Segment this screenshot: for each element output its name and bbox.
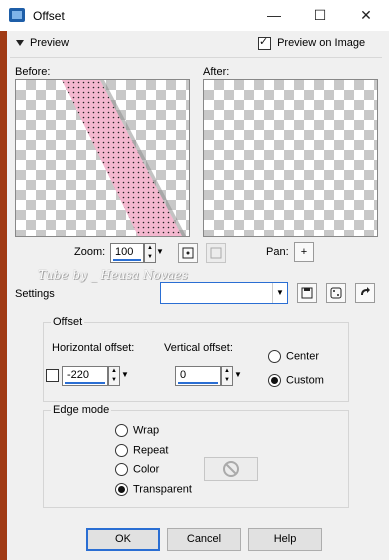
before-label: Before: [15, 66, 51, 78]
minimize-button[interactable]: — [251, 0, 297, 31]
edge-mode-group-title: Edge mode [51, 404, 112, 416]
vertical-offset-value: 0 [180, 369, 187, 381]
dice-icon [330, 287, 342, 299]
save-preset-button[interactable] [297, 283, 317, 303]
zoom-value: 100 [115, 246, 134, 258]
zoom-dropdown-icon[interactable]: ▼ [156, 243, 164, 261]
radio-repeat-label: Repeat [133, 444, 169, 457]
radio-wrap-label: Wrap [133, 424, 160, 437]
divider [10, 57, 382, 58]
radio-custom[interactable]: Custom [268, 374, 324, 387]
radio-repeat[interactable]: Repeat [115, 444, 168, 457]
focus-underline [65, 382, 105, 384]
reset-button[interactable] [355, 283, 375, 303]
radio-center-label: Center [286, 350, 320, 363]
zoom-spinner[interactable]: ▲ ▼ [144, 243, 156, 263]
preview-on-image-checkbox[interactable]: Preview on Image [258, 35, 366, 50]
after-preview[interactable] [203, 79, 378, 237]
preview-toggle[interactable]: Preview [16, 37, 69, 49]
radio-transparent-label: Transparent [133, 483, 192, 496]
collapse-triangle-icon [16, 40, 24, 47]
before-preview[interactable] [15, 79, 190, 237]
horizontal-offset-label: Horizontal offset: [52, 342, 135, 354]
offset-group-title: Offset [51, 316, 85, 328]
radio-color[interactable]: Color [115, 463, 159, 476]
radio-icon [268, 374, 281, 387]
radio-icon [115, 424, 128, 437]
window-title: Offset [33, 9, 65, 23]
zoom-fit-icon [182, 247, 194, 259]
pan-label: Pan: [266, 246, 289, 258]
help-button[interactable]: Help [248, 528, 322, 551]
settings-dropdown[interactable]: ▼ [160, 282, 288, 304]
edge-color-swatch[interactable] [204, 457, 258, 481]
zoom-to-fit-button[interactable] [178, 243, 198, 263]
actual-size-icon [210, 247, 222, 259]
radio-center[interactable]: Center [268, 350, 319, 363]
vertical-offset-input[interactable]: 0 [175, 366, 221, 386]
maximize-button[interactable]: ☐ [297, 0, 343, 31]
radio-icon [115, 444, 128, 457]
focus-underline [113, 259, 141, 261]
close-button[interactable]: ✕ [343, 0, 389, 31]
horizontal-offset-input[interactable]: -220 [62, 366, 108, 386]
pan-move-icon: + [300, 246, 308, 258]
link-offsets-checkbox[interactable] [46, 369, 59, 382]
settings-label: Settings [15, 288, 55, 300]
radio-wrap[interactable]: Wrap [115, 424, 159, 437]
focus-underline [178, 382, 218, 384]
floppy-disk-icon [301, 287, 313, 299]
zoom-input[interactable]: 100 [110, 243, 144, 263]
randomize-button[interactable] [326, 283, 346, 303]
horizontal-offset-dropdown-icon[interactable]: ▼ [121, 366, 129, 384]
preview-on-image-label: Preview on Image [277, 37, 366, 50]
no-color-icon [223, 461, 239, 477]
actual-size-button[interactable] [206, 243, 226, 263]
watermark: Tube by _ Heusa Novaes [38, 268, 188, 282]
window-edge [0, 31, 7, 560]
radio-custom-label: Custom [286, 374, 324, 387]
vertical-offset-label: Vertical offset: [164, 342, 233, 354]
horizontal-offset-value: -220 [67, 369, 90, 381]
cancel-button[interactable]: Cancel [167, 528, 241, 551]
preview-label: Preview [30, 37, 70, 49]
zoom-label: Zoom: [74, 246, 106, 258]
pink-stripe-graphic [62, 80, 186, 236]
reset-arrow-icon [361, 287, 370, 295]
radio-icon [115, 483, 128, 496]
radio-icon [115, 463, 128, 476]
radio-icon [268, 350, 281, 363]
vertical-offset-dropdown-icon[interactable]: ▼ [234, 366, 242, 384]
chevron-down-icon: ▼ [272, 283, 287, 303]
ok-button[interactable]: OK [86, 528, 160, 551]
horizontal-offset-spinner[interactable]: ▲ ▼ [108, 366, 120, 386]
vertical-offset-spinner[interactable]: ▲ ▼ [221, 366, 233, 386]
edge-mode-group [43, 410, 349, 508]
radio-transparent[interactable]: Transparent [115, 483, 192, 496]
after-label: After: [203, 66, 230, 78]
pan-button[interactable]: + [294, 242, 314, 262]
checkbox-icon [258, 35, 271, 50]
app-icon [9, 8, 25, 22]
radio-color-label: Color [133, 463, 160, 476]
